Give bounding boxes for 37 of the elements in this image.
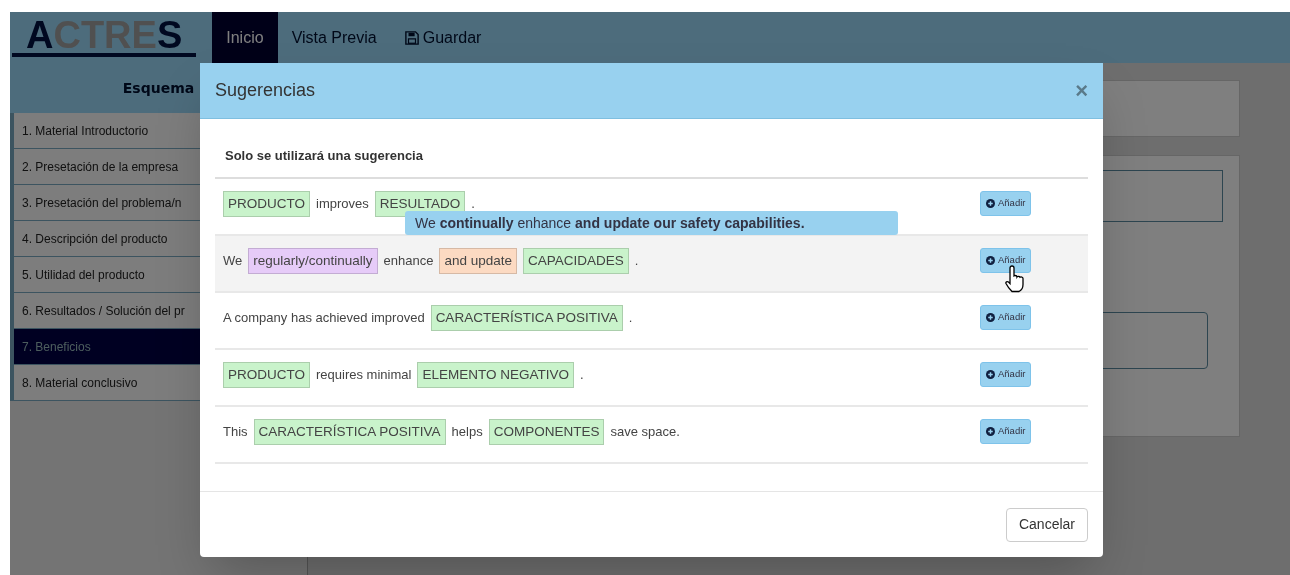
nav-tab[interactable]: Guardar bbox=[390, 12, 496, 63]
add-button[interactable]: Añadir bbox=[980, 248, 1032, 273]
sentence-text: improves bbox=[316, 195, 369, 214]
sentence-text: save space. bbox=[610, 423, 680, 442]
save-icon bbox=[404, 30, 419, 45]
sentence-text: . bbox=[634, 252, 639, 271]
placeholder-tag: and update bbox=[439, 248, 518, 275]
sentence-text: This bbox=[223, 423, 248, 442]
plus-circle-icon bbox=[986, 313, 995, 322]
sentence-text: requires minimal bbox=[316, 366, 412, 385]
placeholder-tag: PRODUCTO bbox=[223, 191, 310, 218]
plus-circle-icon bbox=[986, 427, 995, 436]
close-button[interactable]: × bbox=[1075, 79, 1088, 102]
add-button[interactable]: Añadir bbox=[980, 362, 1032, 387]
plus-circle-icon bbox=[986, 199, 995, 208]
placeholder-tag: regularly/continually bbox=[248, 248, 378, 275]
add-button[interactable]: Añadir bbox=[980, 305, 1032, 330]
sentence-text: enhance bbox=[383, 252, 434, 271]
add-button[interactable]: Añadir bbox=[980, 191, 1032, 216]
placeholder-tag: CAPACIDADES bbox=[523, 248, 629, 275]
sentence-text: . bbox=[628, 309, 633, 328]
placeholder-tag: ELEMENTO NEGATIVO bbox=[417, 362, 574, 389]
plus-circle-icon bbox=[986, 256, 995, 265]
placeholder-tag: COMPONENTES bbox=[488, 419, 605, 446]
placeholder-tag: PRODUCTO bbox=[223, 362, 310, 389]
placeholder-tag: CARACTERÍSTICA POSITIVA bbox=[430, 305, 623, 332]
cancel-button[interactable]: Cancelar bbox=[1005, 507, 1088, 542]
tooltip: We continually enhance and update our safety capabilities. bbox=[405, 211, 898, 235]
plus-circle-icon bbox=[986, 370, 995, 379]
sentence-text: . bbox=[471, 195, 475, 214]
sentence-text: . bbox=[579, 366, 584, 385]
add-button[interactable]: Añadir bbox=[980, 419, 1032, 444]
nav-tab[interactable]: Inicio bbox=[212, 12, 278, 63]
sidebar-title: Esquema bbox=[122, 78, 195, 98]
placeholder-tag: CARACTERÍSTICA POSITIVA bbox=[253, 419, 446, 446]
sentence-text: helps bbox=[451, 423, 483, 442]
dialog-title: Sugerencias bbox=[215, 79, 316, 102]
